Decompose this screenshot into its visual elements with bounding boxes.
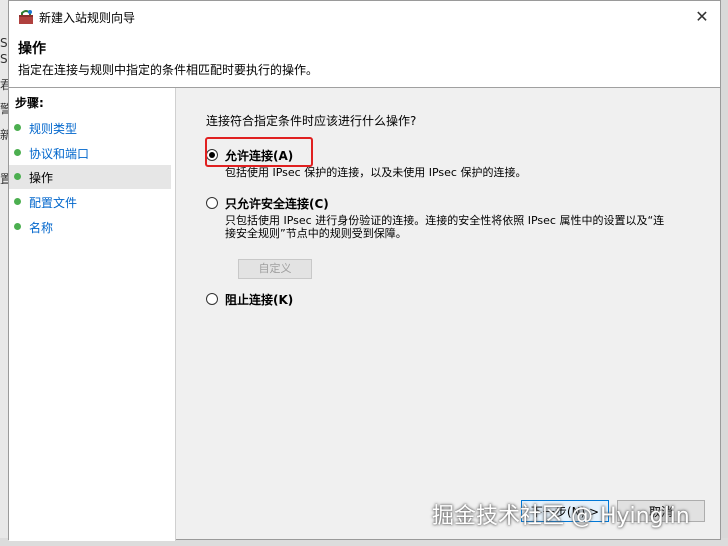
background-text: S bbox=[0, 52, 8, 66]
status-dot-icon bbox=[14, 198, 21, 205]
steps-heading: 步骤: bbox=[15, 96, 44, 110]
steps-panel: 步骤: 规则类型 协议和端口 操作 配置文件 名称 bbox=[9, 88, 176, 541]
step-label: 名称 bbox=[29, 221, 54, 235]
allow-connection-description: 包括使用 IPsec 保护的连接，以及未使用 IPsec 保护的连接。 bbox=[225, 166, 527, 179]
step-name[interactable]: 名称 bbox=[9, 215, 171, 239]
status-dot-icon bbox=[14, 149, 21, 156]
wizard-header: 操作 指定在连接与规则中指定的条件相匹配时要执行的操作。 bbox=[9, 33, 720, 88]
action-question: 连接符合指定条件时应该进行什么操作? bbox=[206, 114, 417, 128]
status-dot-icon bbox=[14, 173, 21, 180]
step-rule-type[interactable]: 规则类型 bbox=[9, 116, 171, 140]
step-label: 规则类型 bbox=[29, 122, 78, 136]
secure-connection-label[interactable]: 只允许安全连接(C) bbox=[225, 195, 329, 212]
close-icon[interactable]: ✕ bbox=[688, 5, 716, 29]
page-description: 指定在连接与规则中指定的条件相匹配时要执行的操作。 bbox=[18, 63, 319, 77]
step-protocol-port[interactable]: 协议和端口 bbox=[9, 141, 171, 165]
highlight-annotation bbox=[205, 137, 313, 167]
watermark: 掘金技术社区 @ Hyinglin bbox=[432, 504, 690, 529]
step-label: 协议和端口 bbox=[29, 147, 90, 161]
secure-connection-description: 只包括使用 IPsec 进行身份验证的连接。连接的安全性将依照 IPsec 属性… bbox=[225, 214, 665, 240]
status-dot-icon bbox=[14, 124, 21, 131]
step-profile[interactable]: 配置文件 bbox=[9, 190, 171, 214]
title-bar[interactable]: 新建入站规则向导 ✕ bbox=[9, 1, 720, 33]
customize-button: 自定义 bbox=[238, 259, 312, 279]
dialog-title: 新建入站规则向导 bbox=[39, 11, 136, 25]
block-connection-radio[interactable] bbox=[206, 293, 218, 305]
step-label: 配置文件 bbox=[29, 196, 78, 210]
step-label: 操作 bbox=[29, 171, 54, 185]
firewall-icon bbox=[19, 10, 33, 24]
background-text: S bbox=[0, 36, 8, 50]
status-dot-icon bbox=[14, 223, 21, 230]
page-title: 操作 bbox=[18, 41, 46, 57]
step-action[interactable]: 操作 bbox=[9, 165, 171, 189]
secure-connection-radio[interactable] bbox=[206, 197, 218, 209]
inbound-rule-wizard-dialog: 新建入站规则向导 ✕ 操作 指定在连接与规则中指定的条件相匹配时要执行的操作。 … bbox=[8, 0, 721, 541]
block-connection-label[interactable]: 阻止连接(K) bbox=[225, 291, 293, 308]
